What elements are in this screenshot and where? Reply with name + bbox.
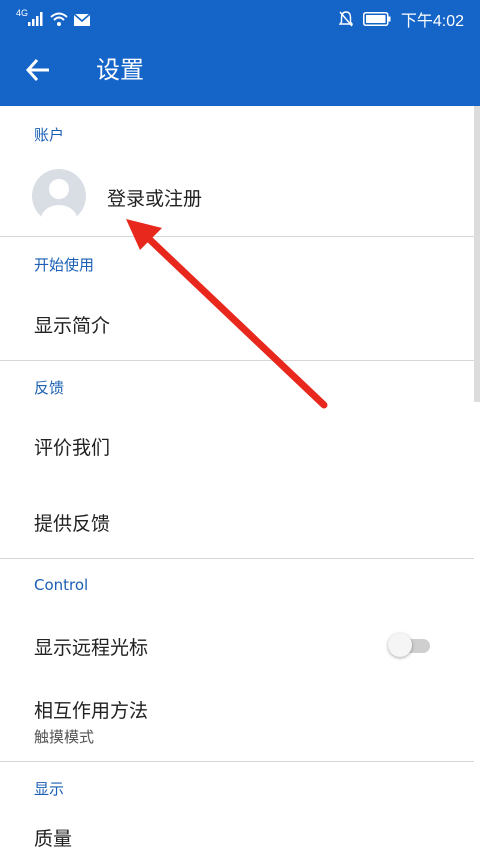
mail-icon (74, 14, 91, 26)
section-header-getting-started: 开始使用 (34, 256, 95, 274)
give-feedback-row[interactable]: 提供反馈 (0, 484, 474, 558)
scrollbar[interactable] (474, 106, 480, 402)
settings-list[interactable]: 账户 登录或注册 开始使用 显示简介 反馈 评价我们 提供反馈 Control … (0, 106, 480, 853)
divider (0, 360, 474, 361)
app-bar: 设置 (0, 34, 480, 106)
sign-in-label: 登录或注册 (107, 188, 203, 210)
divider (0, 761, 474, 762)
divider (0, 236, 474, 237)
status-left: 4G (16, 8, 91, 26)
interaction-method-value: 触摸模式 (34, 728, 95, 746)
section-header-feedback: 反馈 (34, 379, 65, 397)
section-header-display: 显示 (34, 780, 65, 798)
show-intro-label: 显示简介 (34, 315, 111, 337)
interaction-method-row[interactable]: 相互作用方法 触摸模式 (0, 684, 474, 760)
network-type-label: 4G (16, 8, 29, 18)
show-remote-cursor-label: 显示远程光标 (34, 637, 149, 659)
mute-icon (338, 11, 353, 27)
back-arrow-icon[interactable] (24, 56, 52, 84)
show-intro-row[interactable]: 显示简介 (0, 286, 474, 360)
rate-us-label: 评价我们 (34, 437, 111, 459)
quality-label: 质量 (34, 828, 73, 850)
section-header-account: 账户 (34, 126, 65, 144)
status-right: 下午4:02 (338, 7, 464, 31)
rate-us-row[interactable]: 评价我们 (0, 408, 474, 484)
wifi-icon (50, 12, 68, 26)
clock: 下午4:02 (400, 13, 464, 30)
quality-row[interactable]: 质量 (0, 808, 474, 853)
interaction-method-label: 相互作用方法 (34, 700, 149, 722)
sign-in-row[interactable]: 登录或注册 (0, 154, 474, 236)
page-title: 设置 (96, 56, 144, 84)
battery-icon (362, 12, 391, 26)
give-feedback-label: 提供反馈 (34, 513, 111, 535)
divider (0, 558, 474, 559)
avatar-icon (32, 169, 86, 223)
section-header-control: Control (34, 576, 89, 594)
signal-icon (28, 12, 43, 26)
remote-cursor-toggle[interactable] (388, 632, 434, 658)
toggle-knob (388, 633, 412, 657)
status-bar: 4G 下午4:02 (0, 0, 480, 34)
